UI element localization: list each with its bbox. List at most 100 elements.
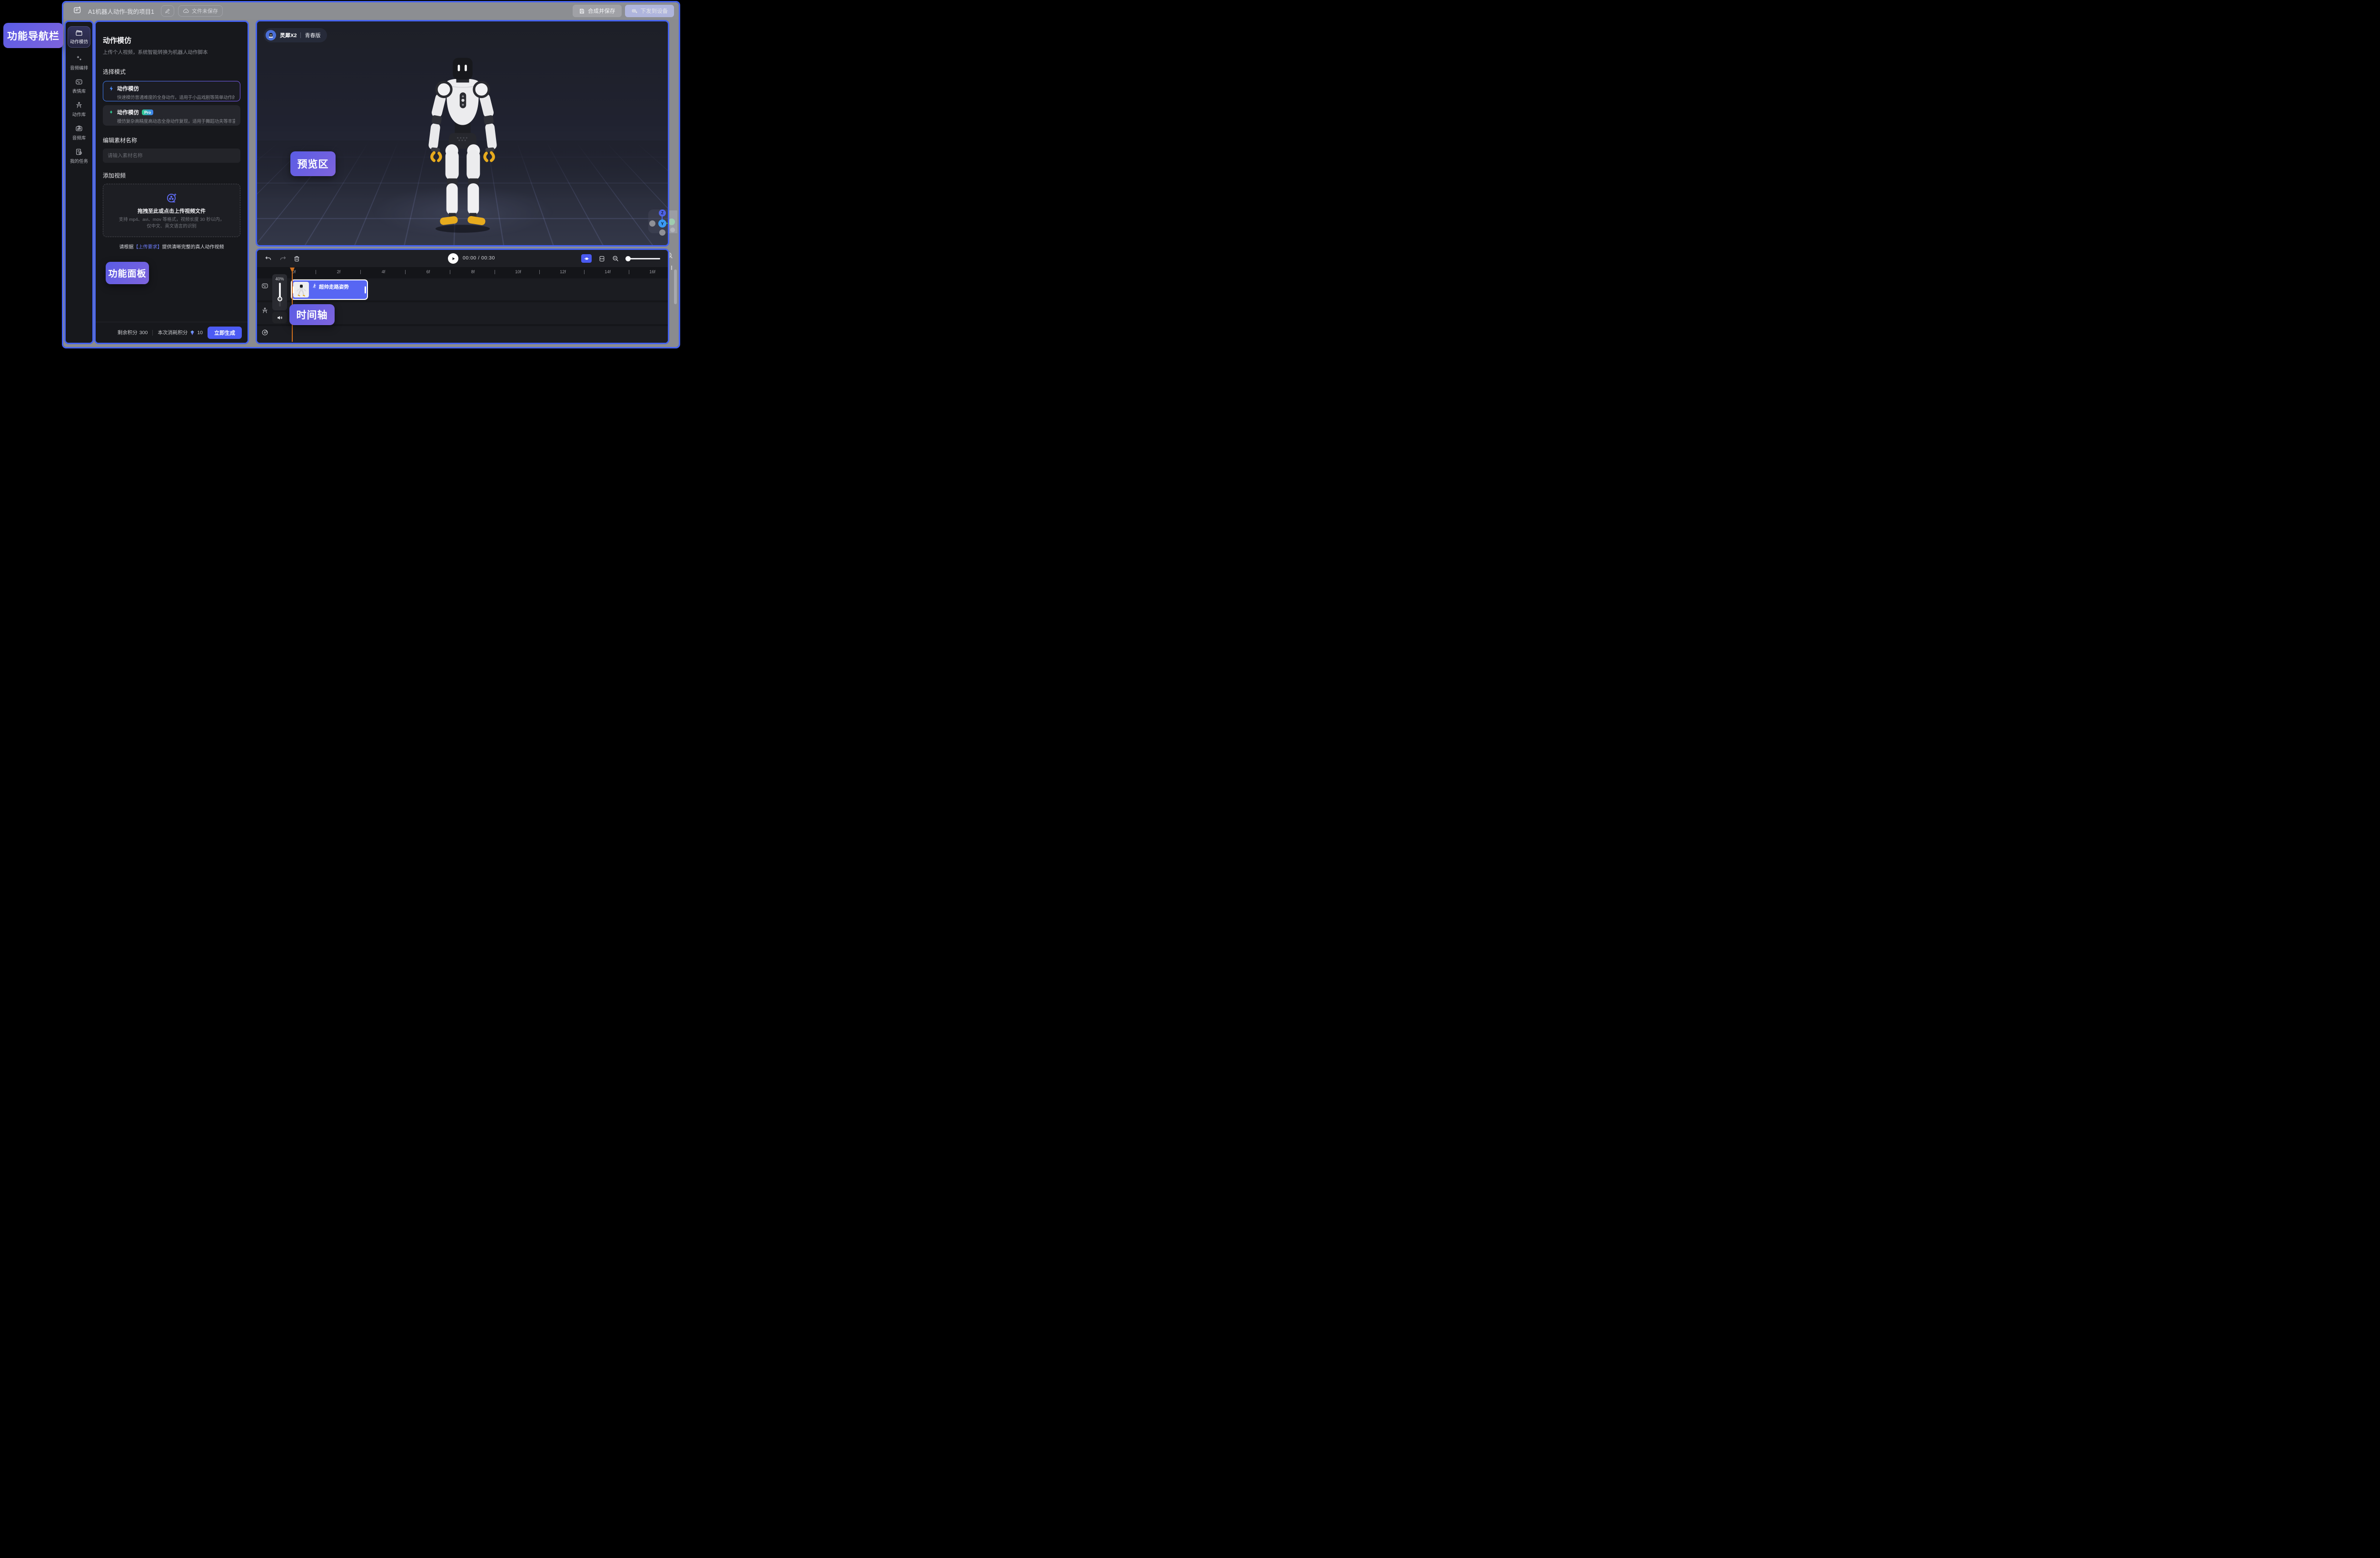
motion-track-icon[interactable] [261,307,268,317]
annotation-label-preview: 预览区 [290,151,336,176]
expression-track-icon[interactable] [261,282,268,292]
sidebar-item-my-tasks[interactable]: 我的任务 [67,148,91,164]
ruler-label: 10f [515,269,521,274]
timeline-ruler[interactable]: 0f2f4f6f8f10f12f14f16f [257,267,668,278]
preview-viewport[interactable]: 灵犀X2 青春版 Z Y [256,20,669,247]
panel-footer: 剩余积分 300 本次消耗积分 10 立即生成 [96,322,248,343]
timeline-toolbar: 00:00 / 00:30 [257,250,668,267]
person-icon [75,101,83,109]
sidebar-item-label: 动作库 [72,111,86,118]
video-upload-dropzone[interactable]: 拖拽至此或点击上传视频文件 支持 mp4、avi、mov 等格式，视频长度 30… [103,184,240,237]
track-row-audio[interactable] [257,326,668,344]
upload-desc-line2: 仅中文、英文语言的识别 [119,223,225,230]
sidebar-item-motion-library[interactable]: 动作库 [67,101,91,118]
timeline-panel: 00:00 / 00:30 0f2f4f6f8f10f12f14f16f [256,248,669,344]
gizmo-bottom-dot[interactable] [659,229,665,236]
robot-avatar [266,30,276,40]
robot-model-badge[interactable]: 灵犀X2 青春版 [264,28,327,42]
material-name-input[interactable] [103,149,240,163]
upload-desc-line1: 支持 mp4、avi、mov 等格式，视频长度 30 秒以内， [119,217,225,223]
gizmo-y-handle[interactable]: Y [658,219,666,228]
mode-card-standard[interactable]: 动作模仿 快速模仿普通难度的全身动作，适用于小品戏剧等简单动作的快速演绎 [103,81,240,101]
sidebar-item-audio-library[interactable]: 音频库 [67,125,91,141]
mode-desc: 模仿复杂高精度高动态全身动作复现，适用于舞蹈功夫等丰富表达创作表演 [117,118,235,124]
ruler-label: 14f [605,269,611,274]
clip-trim-right-handle[interactable] [365,286,366,293]
undo-button[interactable] [265,255,272,262]
pro-badge: Pro [142,109,153,115]
fit-timeline-button[interactable] [598,255,605,262]
speaker-icon [277,315,283,321]
hint-prefix: 请根据 [119,245,134,250]
robot-face-icon [75,78,83,86]
panel-subtitle: 上传个人视频，系统智能转换为机器人动作脚本 [103,49,240,56]
ruler-tick [584,270,585,274]
nav-sidebar: 动作模仿 音频编排 表情库 动作库 [64,20,94,344]
gem-icon [189,330,195,336]
ruler-label: 12f [560,269,566,274]
task-list-icon [75,148,83,156]
credits-label: 剩余积分 [118,329,138,336]
robot-model[interactable] [408,51,517,235]
sidebar-item-label: 音频编排 [70,64,88,71]
view-gizmo[interactable]: Z Y [648,209,669,233]
timeline-zoom-slider[interactable] [626,258,660,259]
sparkles-icon [75,55,83,62]
annotation-label-panel: 功能面板 [106,262,149,284]
robot-edition: 青春版 [305,31,320,39]
timeline-clip[interactable]: 超帅走路姿势 [291,279,368,300]
ruler-label: 2f [337,269,341,274]
film-reel-sparkle-icon [166,191,178,204]
credits-value: 300 [139,330,148,336]
panel-title: 动作模仿 [103,35,240,45]
ruler-label: 6f [426,269,430,274]
clip-trim-left-handle[interactable] [293,286,294,293]
gizmo-left-dot[interactable] [649,220,655,227]
gizmo-z-handle[interactable]: Z [659,209,666,217]
audio-track-icon[interactable] [261,329,268,338]
sidebar-item-motion-imitation[interactable]: 动作模仿 [68,26,90,48]
redo-button[interactable] [279,255,287,262]
credits-remaining: 剩余积分 300 [118,329,148,336]
volume-slider[interactable] [279,283,281,307]
sidebar-item-label: 表情库 [72,88,86,94]
annotation-label-nav: 功能导航栏 [3,23,63,48]
clapperboard-icon [75,29,83,37]
ruler-tick [360,270,361,274]
cost-label: 本次消耗积分 [158,329,188,336]
footer-divider [152,330,153,336]
speaker-button[interactable] [272,312,287,323]
snap-toggle-active[interactable] [581,254,592,263]
upload-requirement-link[interactable]: 【上传要求】 [134,245,162,250]
function-panel: 动作模仿 上传个人视频，系统智能转换为机器人动作脚本 选择模式 动作模仿 快速模… [94,20,249,344]
app-window: A1机器人动作-我的项目1 文件未保存 合成并保存 [62,1,680,348]
volume-slider-thumb[interactable] [278,297,282,301]
zoom-slider-thumb[interactable] [625,256,631,261]
mode-card-pro[interactable]: 动作模仿 Pro 模仿复杂高精度高动态全身动作复现，适用于舞蹈功夫等丰富表达创作… [103,105,240,126]
zoom-out-icon[interactable] [612,255,619,262]
robot-name: 灵犀X2 [280,31,297,39]
volume-value: 40% [275,277,284,281]
add-video-label: 添加视频 [103,171,240,179]
star-icon [108,109,114,116]
sidebar-item-expression-library[interactable]: 表情库 [67,78,91,94]
sidebar-item-label: 音频库 [72,134,86,141]
sidebar-item-label: 动作模仿 [70,38,88,45]
annotation-label-timeline: 时间轴 [289,304,335,325]
ruler-label: 8f [471,269,475,274]
credits-cost: 本次消耗积分 10 [158,329,203,336]
lightning-icon [109,86,114,91]
play-button[interactable] [448,253,458,264]
ruler-tick [405,270,406,274]
clip-name: 超帅走路姿势 [319,283,349,290]
mode-name: 动作模仿 [117,109,139,116]
hint-suffix: 提供清晰完整的真人动作视频 [162,245,224,250]
generate-button[interactable]: 立即生成 [208,327,242,339]
mode-name: 动作模仿 [117,85,139,92]
mode-section-label: 选择模式 [103,68,240,76]
ruler-label: 4f [382,269,386,274]
sidebar-item-audio-arrange[interactable]: 音频编排 [67,55,91,71]
delete-clip-button[interactable] [293,255,300,262]
cost-value: 10 [197,330,203,336]
ruler-tick [539,270,540,274]
